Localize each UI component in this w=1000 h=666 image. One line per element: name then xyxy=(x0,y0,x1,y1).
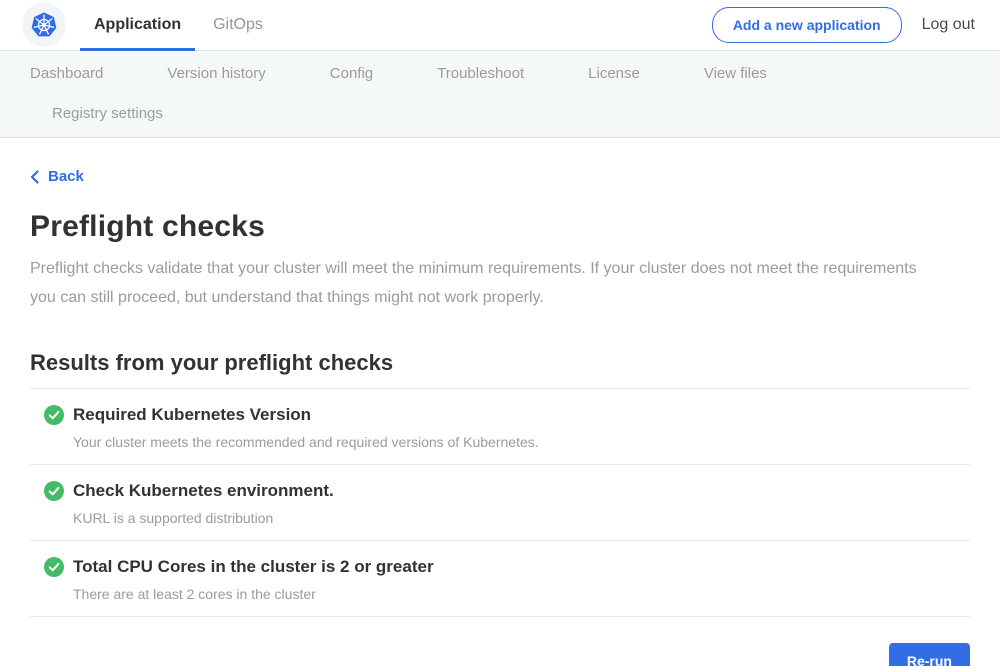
app-logo[interactable] xyxy=(22,3,66,47)
preflight-check-row: Total CPU Cores in the cluster is 2 or g… xyxy=(30,541,970,617)
check-passed-icon xyxy=(44,557,64,577)
subnav-item-dashboard[interactable]: Dashboard xyxy=(8,54,125,94)
app-subnav: Dashboard Version history Config Trouble… xyxy=(0,51,1000,138)
subnav-item-license[interactable]: License xyxy=(566,54,662,94)
check-title: Required Kubernetes Version xyxy=(73,405,311,425)
page-description: Preflight checks validate that your clus… xyxy=(30,254,945,312)
subnav-item-version-history[interactable]: Version history xyxy=(145,54,287,94)
preflight-results-list: Required Kubernetes Version Your cluster… xyxy=(30,389,970,617)
check-detail: Your cluster meets the recommended and r… xyxy=(73,434,970,450)
subnav-item-troubleshoot[interactable]: Troubleshoot xyxy=(415,54,546,94)
primary-tabs: Application GitOps xyxy=(78,0,279,50)
check-passed-icon xyxy=(44,481,64,501)
check-passed-icon xyxy=(44,405,64,425)
results-heading: Results from your preflight checks xyxy=(30,350,970,376)
preflight-check-row: Required Kubernetes Version Your cluster… xyxy=(30,389,970,465)
top-navbar: Application GitOps Add a new application… xyxy=(0,0,1000,51)
chevron-left-icon xyxy=(30,170,39,184)
logout-button[interactable]: Log out xyxy=(922,16,975,34)
preflight-check-row: Check Kubernetes environment. KURL is a … xyxy=(30,465,970,541)
preflight-page: Back Preflight checks Preflight checks v… xyxy=(0,138,1000,666)
back-link[interactable]: Back xyxy=(30,168,84,185)
check-title: Check Kubernetes environment. xyxy=(73,481,334,501)
add-application-button[interactable]: Add a new application xyxy=(712,7,902,43)
page-title: Preflight checks xyxy=(30,210,970,244)
subnav-item-registry-settings[interactable]: Registry settings xyxy=(30,94,185,134)
footer-actions: Re-run xyxy=(30,617,970,666)
check-detail: There are at least 2 cores in the cluste… xyxy=(73,586,970,602)
tab-application[interactable]: Application xyxy=(80,0,195,50)
subnav-item-config[interactable]: Config xyxy=(308,54,395,94)
kubernetes-logo-icon xyxy=(25,6,63,44)
back-label: Back xyxy=(48,168,84,185)
tab-gitops[interactable]: GitOps xyxy=(199,0,277,50)
check-detail: KURL is a supported distribution xyxy=(73,510,970,526)
subnav-item-view-files[interactable]: View files xyxy=(682,54,789,94)
navbar-right: Add a new application Log out xyxy=(712,0,1000,50)
rerun-button[interactable]: Re-run xyxy=(889,643,970,666)
check-title: Total CPU Cores in the cluster is 2 or g… xyxy=(73,557,434,577)
